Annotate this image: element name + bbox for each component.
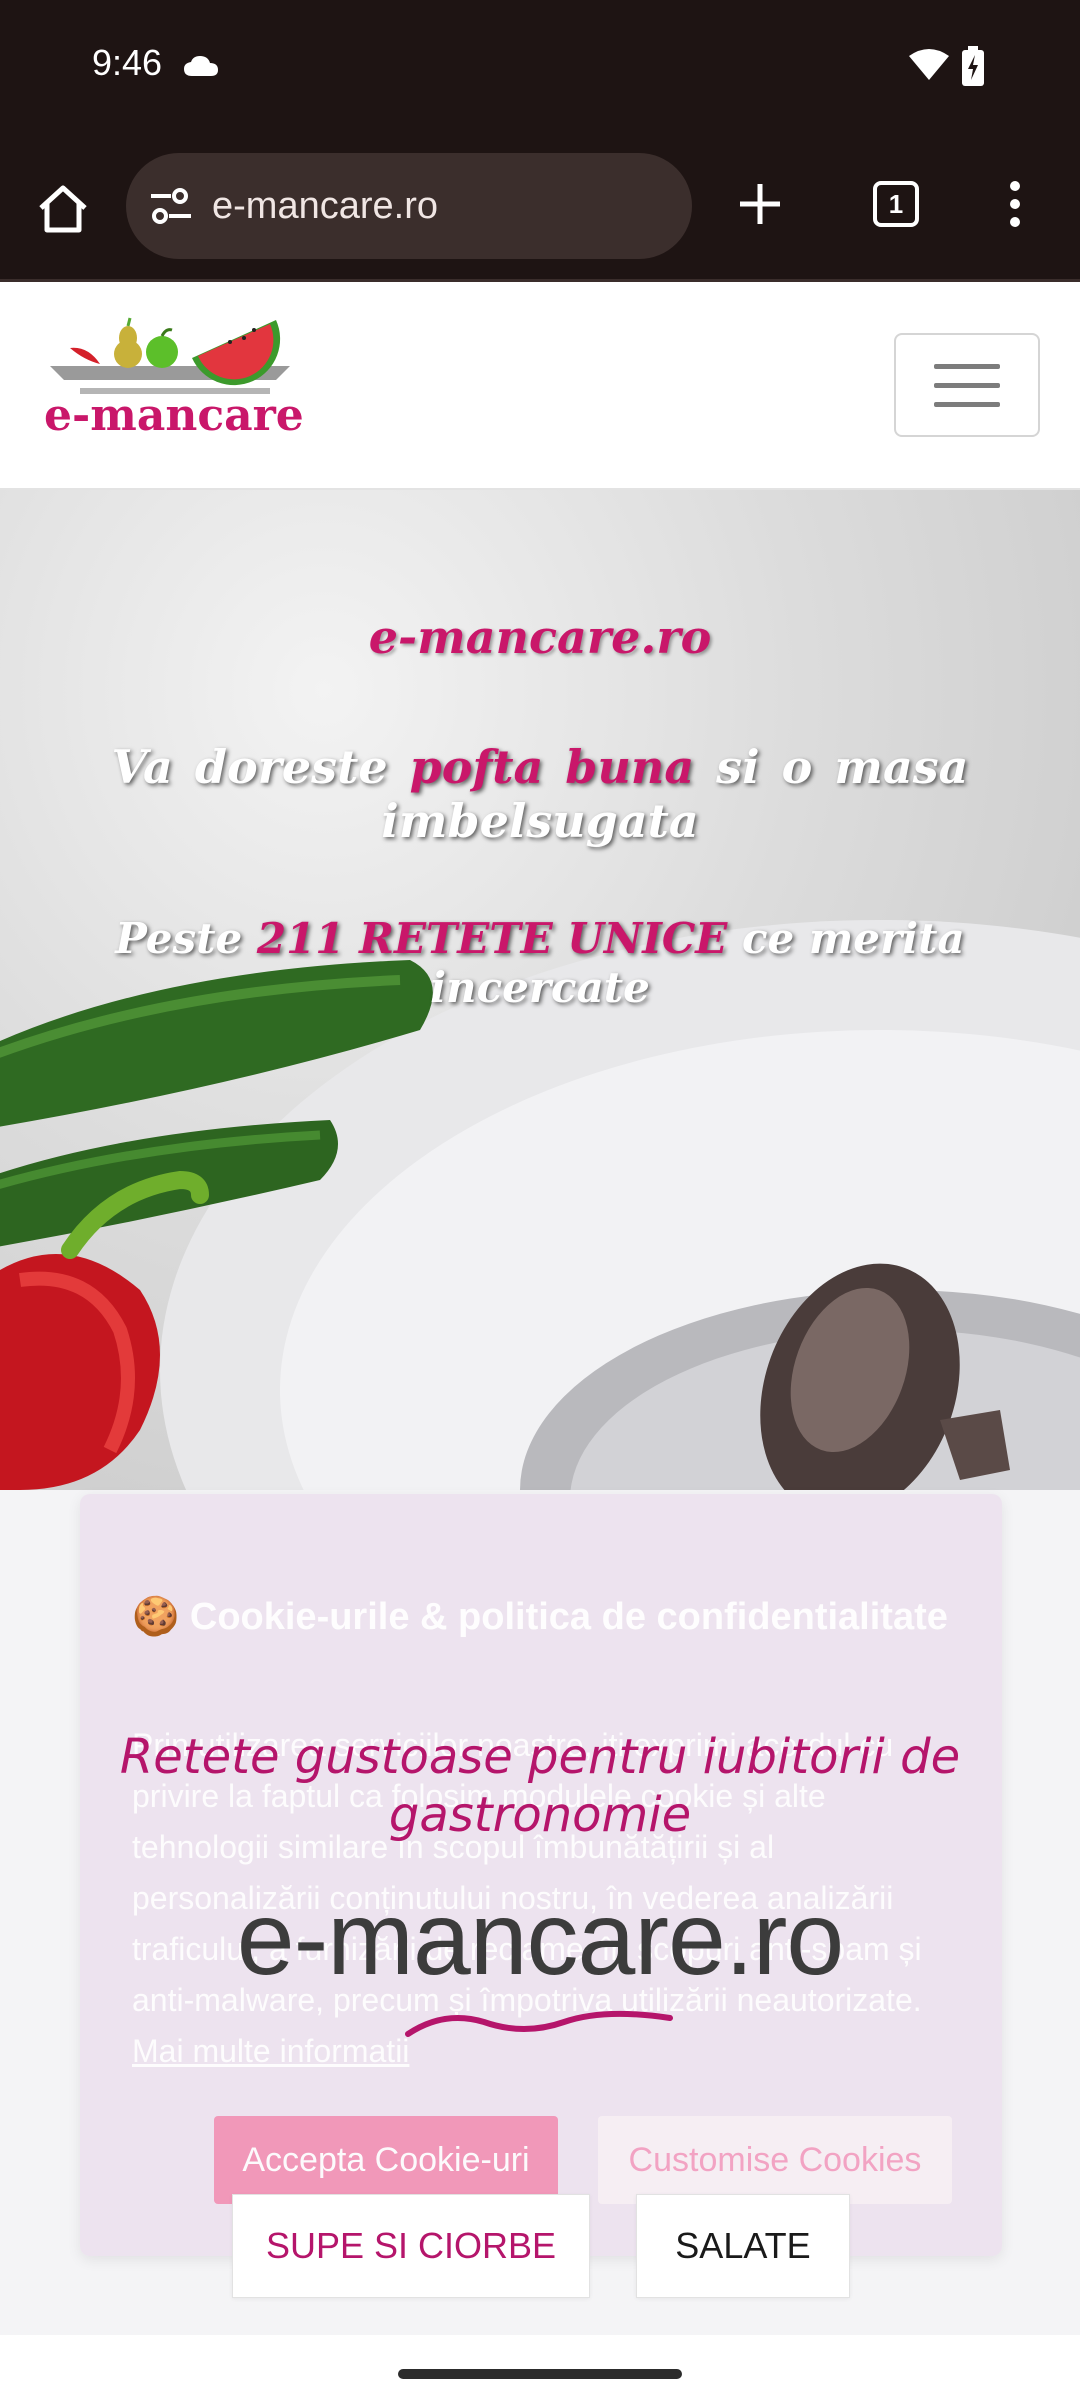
url-bar[interactable]: e-mancare.ro: [126, 153, 692, 259]
home-icon: [39, 185, 87, 233]
site-logo[interactable]: e-mancare: [40, 308, 310, 458]
home-button[interactable]: [30, 176, 96, 242]
site-settings-icon[interactable]: [146, 181, 196, 231]
more-menu-button[interactable]: [990, 172, 1040, 236]
customise-cookies-button[interactable]: Customise Cookies: [598, 2116, 952, 2204]
more-info-link[interactable]: Mai multe informatii: [132, 2033, 409, 2069]
plus-icon: [740, 184, 780, 224]
logo-text: e-mancare: [44, 390, 304, 441]
browser-toolbar: e-mancare.ro 1: [0, 136, 1080, 281]
hamburger-menu-button[interactable]: [894, 333, 1040, 437]
hero-title: e-mancare.ro: [368, 610, 712, 664]
category-salate[interactable]: SALATE: [636, 2194, 850, 2298]
gesture-handle[interactable]: [398, 2369, 682, 2379]
cookie-dialog-title: 🍪 Cookie-urile & politica de confidentia…: [132, 1596, 948, 1638]
section-tagline: Retete gustoase pentru iubitorii de gast…: [119, 1729, 961, 1843]
section-site-name: e-mancare.ro: [236, 1881, 844, 1997]
logo-food-icon: [50, 317, 290, 394]
hero-banner: e-mancare.ro Va doreste pofta buna si o …: [0, 490, 1080, 1490]
more-vert-icon: [1010, 181, 1020, 227]
status-bar: 9:46: [0, 0, 1080, 136]
tab-count: 1: [873, 181, 919, 227]
category-supe-si-ciorbe[interactable]: SUPE SI CIORBE: [232, 2194, 590, 2298]
cloud-icon: [184, 56, 218, 76]
hero-recipe-count: Peste 211 RETETE UNICE ce merita incerca…: [115, 914, 965, 1012]
wifi-icon: [909, 49, 949, 80]
hero-tagline: Va doreste pofta buna si o masa imbelsug…: [111, 740, 969, 848]
url-text: e-mancare.ro: [212, 184, 438, 227]
new-tab-button[interactable]: [728, 172, 792, 236]
status-time: 9:46: [92, 42, 163, 83]
tab-switcher-button[interactable]: 1: [864, 172, 928, 236]
accept-cookies-button[interactable]: Accepta Cookie-uri: [214, 2116, 558, 2204]
battery-icon: [962, 46, 984, 86]
system-nav-bar: [0, 2335, 1080, 2400]
decorative-squiggle: [405, 2010, 673, 2037]
site-header: e-mancare: [0, 282, 1080, 490]
cookie-consent-dialog: 🍪 Cookie-urile & politica de confidentia…: [80, 1494, 1002, 2256]
